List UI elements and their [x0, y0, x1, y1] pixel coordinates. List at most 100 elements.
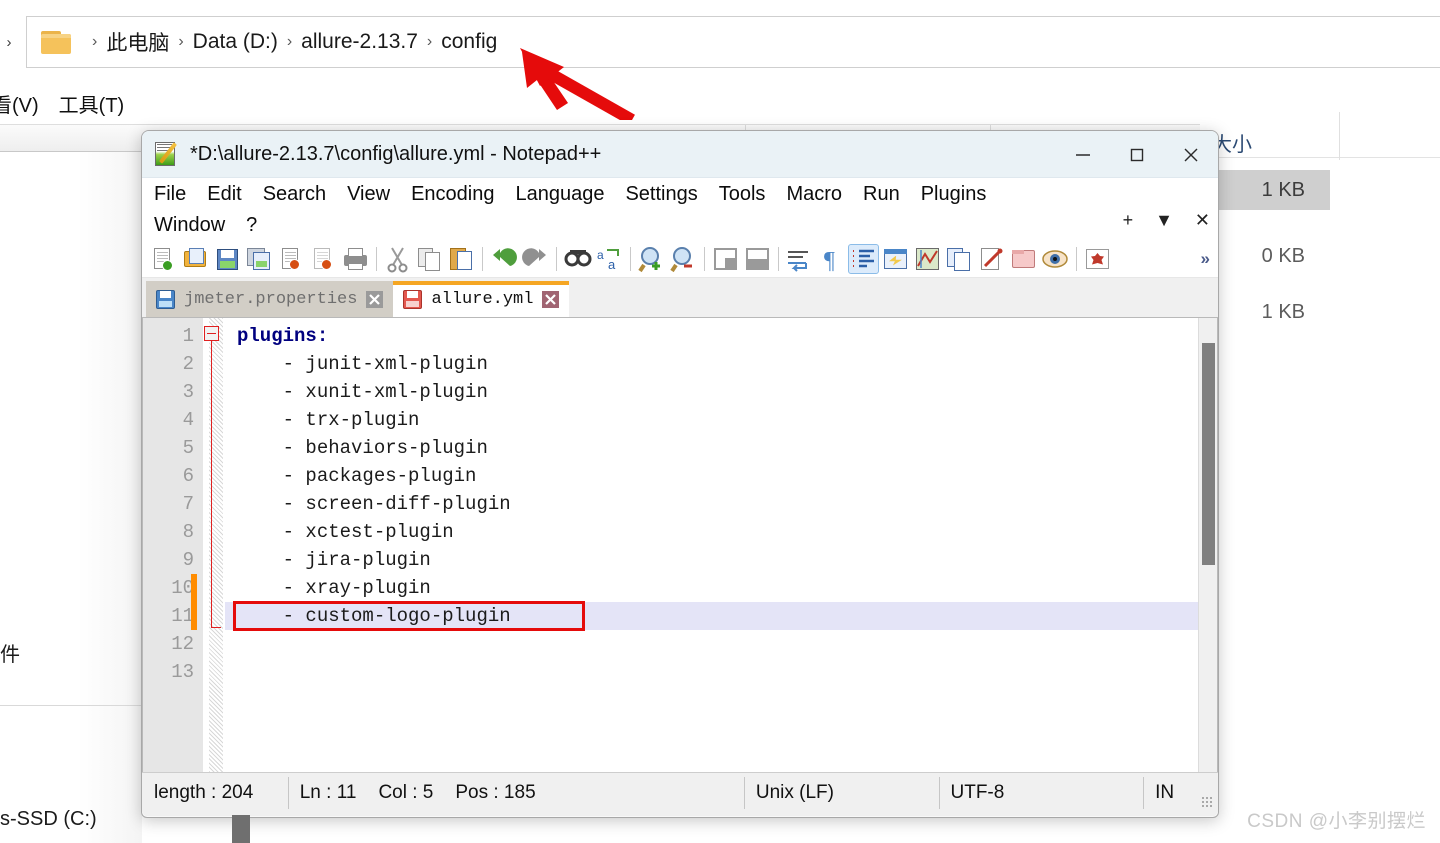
explorer-tree-item-c-drive[interactable]: s-SSD (C:) — [0, 808, 97, 831]
resize-grip[interactable] — [1201, 796, 1213, 808]
svg-text:a: a — [597, 248, 604, 262]
show-all-characters-icon[interactable]: ¶ — [816, 244, 847, 274]
breadcrumb-item-3[interactable]: config — [441, 30, 497, 54]
minimize-button[interactable] — [1056, 131, 1110, 178]
breadcrumb[interactable]: › 此电脑 › Data (D:) › allure-2.13.7 › conf… — [26, 16, 1440, 68]
tab-list-icon[interactable]: ▼ — [1155, 211, 1173, 229]
word-wrap-icon[interactable] — [784, 244, 815, 274]
folder-as-workspace-icon[interactable] — [1008, 244, 1039, 274]
sync-vertical-icon[interactable] — [710, 244, 741, 274]
breadcrumb-separator: › — [286, 33, 293, 50]
user-defined-language-icon[interactable] — [880, 244, 911, 274]
notepad-plus-plus-window[interactable]: *D:\allure-2.13.7\config\allure.yml - No… — [141, 130, 1219, 818]
line-number-gutter: 1 2 3 4 5 6 7 8 9 10 11 12 13 — [143, 318, 203, 772]
title-bar[interactable]: *D:\allure-2.13.7\config\allure.yml - No… — [142, 131, 1218, 178]
breadcrumb-item-1[interactable]: Data (D:) — [193, 30, 278, 54]
line-number: 5 — [182, 437, 194, 459]
copy-icon[interactable] — [414, 244, 445, 274]
tab-allure-yml[interactable]: allure.yml — [393, 281, 570, 317]
redo-icon[interactable] — [520, 244, 551, 274]
menu-settings[interactable]: Settings — [625, 183, 697, 206]
menu-search[interactable]: Search — [263, 183, 326, 206]
fold-range-line — [211, 341, 212, 627]
toolbar[interactable]: aa ¶ » — [142, 240, 1218, 278]
svg-text:a: a — [608, 257, 616, 272]
tab-jmeter-properties[interactable]: jmeter.properties — [146, 281, 394, 317]
close-tab-icon[interactable]: ✕ — [1195, 211, 1210, 229]
replace-icon[interactable]: aa — [594, 244, 625, 274]
cut-icon[interactable] — [382, 244, 413, 274]
toolbar-overflow-icon[interactable]: » — [1201, 249, 1210, 269]
close-button[interactable] — [1164, 131, 1218, 178]
watermark: CSDN @小李别摆烂 — [1247, 811, 1426, 832]
document-preview-icon[interactable] — [1040, 244, 1071, 274]
breadcrumb-back-chevron[interactable]: › — [2, 34, 16, 51]
print-icon[interactable] — [340, 244, 371, 274]
maximize-button[interactable] — [1110, 131, 1164, 178]
save-all-icon[interactable] — [244, 244, 275, 274]
changed-lines-marker — [191, 574, 197, 630]
menu-macro[interactable]: Macro — [786, 183, 842, 206]
editor[interactable]: 1 2 3 4 5 6 7 8 9 10 11 12 13 plugins: -… — [142, 318, 1218, 772]
menu-help[interactable]: ? — [246, 214, 257, 237]
close-icon[interactable] — [542, 290, 560, 308]
tab-controls[interactable]: + ▼ ✕ — [1123, 211, 1210, 229]
taskbar-edge — [232, 815, 250, 843]
menu-plugins[interactable]: Plugins — [921, 183, 987, 206]
menu-window[interactable]: Window — [154, 214, 225, 237]
status-eol[interactable]: Unix (LF) — [743, 773, 939, 813]
explorer-menu-view[interactable]: 看(V) — [0, 89, 39, 118]
svg-text:¶: ¶ — [824, 248, 835, 274]
add-tab-icon[interactable]: + — [1123, 211, 1134, 229]
new-file-icon[interactable] — [148, 244, 179, 274]
explorer-menu-tools[interactable]: 工具(T) — [59, 89, 125, 118]
document-map-icon[interactable] — [912, 244, 943, 274]
address-bar[interactable]: › › 此电脑 › Data (D:) › allure-2.13.7 › co… — [0, 16, 1440, 68]
column-divider[interactable] — [1339, 112, 1340, 160]
close-file-icon[interactable] — [276, 244, 307, 274]
fold-collapse-icon[interactable] — [204, 326, 219, 341]
scrollbar-thumb[interactable] — [1202, 343, 1215, 565]
window-controls[interactable] — [1056, 131, 1218, 178]
save-icon[interactable] — [212, 244, 243, 274]
zoom-out-icon[interactable] — [668, 244, 699, 274]
show-indent-guide-icon[interactable] — [848, 243, 879, 274]
fold-margin[interactable] — [203, 318, 225, 772]
undo-icon[interactable] — [488, 244, 519, 274]
function-list-icon[interactable] — [944, 244, 975, 274]
explorer-tree-item-documents[interactable]: 件 — [0, 638, 20, 667]
zoom-in-icon[interactable] — [636, 244, 667, 274]
menu-language[interactable]: Language — [515, 183, 604, 206]
breadcrumb-item-0[interactable]: 此电脑 — [106, 27, 169, 57]
menu-encoding[interactable]: Encoding — [411, 183, 494, 206]
find-icon[interactable] — [562, 244, 593, 274]
fold-range-end — [211, 627, 221, 628]
code-line: - packages-plugin — [237, 465, 477, 487]
tab-label: allure.yml — [431, 289, 534, 309]
menu-tools[interactable]: Tools — [719, 183, 766, 206]
open-file-icon[interactable] — [180, 244, 211, 274]
monitoring-icon[interactable] — [976, 244, 1007, 274]
menu-run[interactable]: Run — [863, 183, 900, 206]
menu-edit[interactable]: Edit — [207, 183, 241, 206]
close-all-icon[interactable] — [308, 244, 339, 274]
vertical-scrollbar[interactable] — [1198, 318, 1217, 772]
document-tabs[interactable]: jmeter.properties allure.yml — [142, 278, 1218, 318]
macro-record-icon[interactable] — [1082, 244, 1113, 274]
menu-view[interactable]: View — [347, 183, 390, 206]
code-line: - xctest-plugin — [237, 521, 454, 543]
close-icon[interactable] — [366, 290, 384, 308]
breadcrumb-item-2[interactable]: allure-2.13.7 — [301, 30, 418, 54]
status-encoding[interactable]: UTF-8 — [938, 773, 1144, 813]
toolbar-separator — [700, 246, 709, 272]
menu-file[interactable]: File — [154, 183, 186, 206]
menu-bar[interactable]: File Edit Search View Encoding Language … — [142, 178, 1218, 240]
sync-horizontal-icon[interactable] — [742, 244, 773, 274]
paste-icon[interactable] — [446, 244, 477, 274]
code-area[interactable]: plugins: - junit-xml-plugin - xunit-xml-… — [225, 318, 1217, 772]
explorer-menu-bar[interactable]: 看(V) 工具(T) — [0, 84, 1440, 122]
code-line: plugins: — [225, 322, 1217, 350]
window-title: *D:\allure-2.13.7\config\allure.yml - No… — [190, 142, 602, 165]
line-number: 13 — [171, 661, 194, 683]
